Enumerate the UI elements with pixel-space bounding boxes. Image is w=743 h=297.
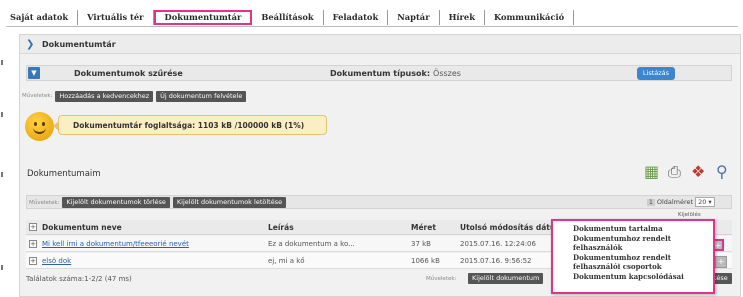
column-header-size[interactable]: Méret	[411, 223, 436, 232]
row-checkbox[interactable]: +	[29, 240, 37, 248]
left-edge-marks	[0, 60, 3, 290]
selected-document-button[interactable]: Kijelölt dokumentum	[468, 273, 544, 284]
actions-label: Műveletek:	[29, 199, 60, 206]
document-name-link[interactable]: elsö dok	[42, 257, 71, 265]
select-all-checkbox[interactable]: +	[29, 223, 37, 231]
page-size-control: 1 Oldalméret 20 ▾	[647, 197, 715, 207]
row-checkbox[interactable]: +	[29, 257, 37, 265]
tab-sajat-adatok[interactable]: Saját adatok	[6, 10, 79, 25]
row-options-button[interactable]: +	[715, 256, 727, 268]
storage-usage-box: Dokumentumtár foglaltsága: 1103 kB /1000…	[53, 115, 327, 135]
document-description: Ez a dokumentum a ko...	[268, 240, 355, 248]
chevron-right-icon: ❯	[26, 39, 35, 50]
document-type-value[interactable]: Összes	[433, 69, 461, 78]
document-type-label: Dokumentum típusok: Összes	[330, 69, 461, 78]
column-header-description[interactable]: Leírás	[268, 223, 294, 232]
result-count: Találatok száma:1-2/2 (47 ms)	[26, 275, 132, 283]
my-documents-title: Dokumentumaim	[27, 169, 101, 179]
filter-label: Dokumentumok szűrése	[74, 69, 183, 78]
tab-dokumentumtar[interactable]: Dokumentumtár	[153, 10, 253, 25]
column-header-name[interactable]: Dokumentum neve	[42, 223, 122, 232]
menu-item-assigned-users[interactable]: Dokumentumhoz rendelt felhasználók	[573, 234, 713, 253]
spreadsheet-icon[interactable]: ▦	[644, 162, 659, 182]
tab-virtualis-ter[interactable]: Virtuális tér	[78, 10, 154, 25]
smiley-mouth	[33, 127, 46, 134]
document-name-link[interactable]: Mi kell írni a dokumentum/tfeeeorié nevé…	[42, 240, 189, 248]
edge-mark	[1, 265, 3, 270]
toolbar-icons: ▦ ⎙ ❖ ⚲	[644, 162, 739, 184]
menu-item-assigned-user-groups[interactable]: Dokumentumhoz rendelt felhasználói csopo…	[573, 253, 713, 272]
smiley-eye	[34, 122, 37, 126]
page-size-value: 20	[698, 198, 707, 206]
search-icon[interactable]: ⚲	[716, 162, 728, 182]
nav-divider	[6, 26, 738, 27]
tab-kommunikacio[interactable]: Kommunikáció	[485, 10, 575, 25]
delete-selected-button[interactable]: Kijelölt dokumentumok törlése	[62, 197, 170, 208]
tab-hirek[interactable]: Hírek	[440, 10, 485, 25]
document-modified-date: 2015.07.16. 9:56:52	[460, 257, 532, 265]
edge-mark	[1, 172, 3, 177]
menu-item-document-links[interactable]: Dokumentum kapcsolódásai	[573, 272, 713, 282]
add-to-favorites-button[interactable]: Hozzáadás a kedvencekhez	[55, 90, 154, 102]
printer-icon[interactable]: ⎙	[668, 162, 681, 182]
tab-beallitasok[interactable]: Beállítások	[252, 10, 324, 25]
storage-usage-text: Dokumentumtár foglaltsága: 1103 kB /1000…	[73, 121, 305, 130]
document-modified-date: 2015.07.16. 12:24:06	[460, 240, 536, 248]
page-size-label: Oldalméret	[656, 198, 694, 206]
document-type-caption: Dokumentum típusok:	[330, 69, 431, 78]
document-size: 37 kB	[411, 240, 431, 248]
expand-filter-icon[interactable]: ▼	[28, 67, 40, 79]
download-selected-button[interactable]: Kijelölt dokumentumok letöltése	[172, 197, 287, 208]
document-description: ej, mi a kő	[268, 257, 305, 265]
menu-item-document-content[interactable]: Dokumentum tartalma	[573, 224, 713, 234]
document-actions: Műveletek: Kijelölt dokumentumok törlése…	[27, 197, 289, 208]
smiley-icon	[25, 112, 54, 141]
nav-tabs: Saját adatok Virtuális tér Dokumentumtár…	[6, 10, 575, 25]
selection-toggle-link[interactable]: Kijelölés	[678, 212, 701, 218]
callout-pointer	[53, 121, 59, 131]
smiley-eye	[42, 122, 45, 126]
edge-mark	[1, 60, 3, 65]
row-context-menu: Dokumentum tartalma Dokumentumhoz rendel…	[551, 219, 715, 294]
actions-label: Műveletek:	[22, 93, 53, 99]
edge-mark	[1, 112, 3, 117]
actions-label: Műveletek:	[426, 276, 457, 282]
document-actions-bar: Műveletek: Kijelölt dokumentumok törlése…	[26, 195, 732, 209]
page-size-select[interactable]: 20 ▾	[695, 197, 715, 207]
new-document-button[interactable]: Új dokumentum felvétele	[156, 90, 247, 102]
tab-feladatok[interactable]: Feladatok	[324, 10, 389, 25]
filter-bar: ▼ Dokumentumok szűrése Dokumentum típuso…	[26, 65, 732, 81]
page-title: Dokumentumtár	[42, 40, 116, 49]
pin-icon[interactable]: ❖	[691, 162, 705, 182]
list-button[interactable]: Listázás	[637, 67, 675, 80]
document-size: 1066 kB	[411, 257, 440, 265]
top-navigation: Saját adatok Virtuális tér Dokumentumtár…	[0, 0, 743, 27]
page-number[interactable]: 1	[647, 198, 655, 206]
tab-naptar[interactable]: Naptár	[388, 10, 440, 25]
panel-header: ❯ Dokumentumtár	[20, 35, 740, 54]
top-actions: Műveletek: Hozzáadás a kedvencekhez Új d…	[20, 90, 249, 102]
